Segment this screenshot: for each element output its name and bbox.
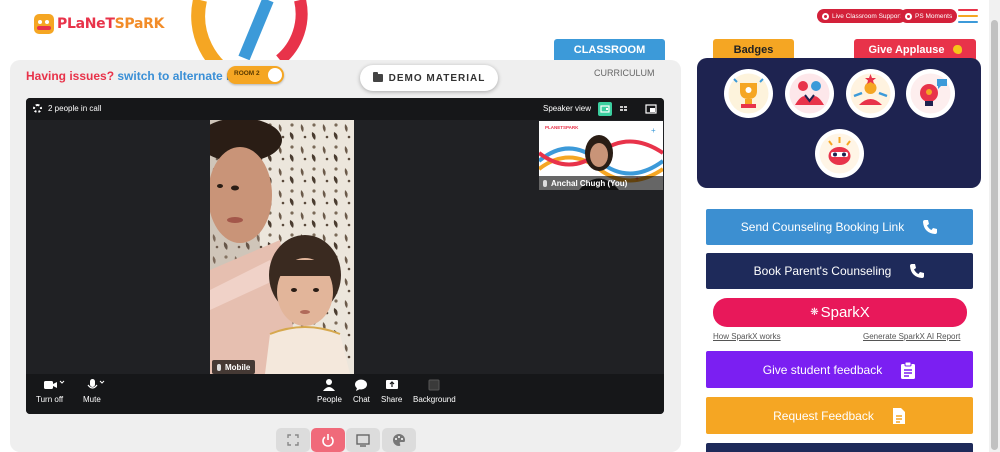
camera-icon bbox=[43, 379, 64, 391]
tab-curriculum[interactable]: CURRICULUM bbox=[594, 68, 655, 78]
mic-icon bbox=[85, 379, 105, 391]
next-action-button[interactable] bbox=[706, 443, 973, 452]
people-icon bbox=[322, 379, 336, 391]
planetspark-logo[interactable]: PLaNeTSPaRK bbox=[34, 14, 164, 34]
grid-view-icon[interactable] bbox=[617, 102, 631, 116]
menu-icon[interactable] bbox=[958, 9, 978, 25]
palette-button[interactable] bbox=[382, 428, 416, 452]
svg-text:PLANETSPARK: PLANETSPARK bbox=[545, 125, 579, 130]
end-class-button[interactable] bbox=[311, 428, 345, 452]
demo-material-button[interactable]: DEMO MATERIAL bbox=[360, 65, 498, 91]
document-icon bbox=[892, 407, 905, 424]
page-scrollbar[interactable] bbox=[989, 0, 1000, 452]
chat-button[interactable]: Chat bbox=[353, 379, 370, 404]
creative-badge[interactable] bbox=[815, 129, 864, 178]
turn-off-camera-button[interactable]: Turn off bbox=[36, 379, 64, 404]
how-sparkx-works-link[interactable]: How SparkX works bbox=[713, 332, 781, 341]
tab-classroom[interactable]: CLASSROOM bbox=[554, 39, 665, 60]
background-button[interactable]: Background bbox=[413, 379, 456, 404]
give-student-feedback-button[interactable]: Give student feedback bbox=[706, 351, 973, 388]
gear-icon[interactable] bbox=[33, 104, 42, 113]
sparkle-icon: ❋ bbox=[810, 307, 819, 318]
mic-icon bbox=[543, 179, 547, 187]
request-feedback-button[interactable]: Request Feedback bbox=[706, 397, 973, 434]
video-call-area: 2 people in call Speaker view Mobile PLA… bbox=[26, 98, 664, 414]
background-icon bbox=[427, 379, 441, 391]
screen-icon bbox=[356, 434, 370, 447]
video-topbar: 2 people in call Speaker view bbox=[26, 98, 664, 120]
folder-icon bbox=[372, 72, 383, 82]
picture-in-picture-icon[interactable] bbox=[644, 102, 658, 116]
svg-text:+: + bbox=[651, 126, 656, 135]
people-count: 2 people in call bbox=[48, 104, 102, 113]
issues-prompt: Having issues? switch to alternate room bbox=[26, 69, 257, 83]
expand-button[interactable] bbox=[276, 428, 310, 452]
phone-icon bbox=[910, 264, 925, 278]
power-icon bbox=[322, 434, 334, 447]
tab-give-applause[interactable]: Give Applause bbox=[854, 39, 976, 60]
self-participant-label: Anchal Chugh (You) bbox=[539, 176, 663, 190]
tab-badges[interactable]: Badges bbox=[713, 39, 794, 60]
team-badge[interactable] bbox=[785, 69, 834, 118]
share-screen-icon bbox=[385, 379, 399, 391]
view-mode-label: Speaker view bbox=[543, 104, 592, 113]
toggle-knob bbox=[268, 68, 282, 82]
idea-badge[interactable] bbox=[906, 69, 955, 118]
live-classroom-support-button[interactable]: Live Classroom Support bbox=[817, 9, 907, 23]
sparkx-button[interactable]: ❋ SparkX bbox=[713, 298, 967, 327]
robot-logo-icon bbox=[34, 14, 54, 34]
clap-icon bbox=[952, 45, 962, 54]
star-student-badge[interactable] bbox=[846, 69, 895, 118]
speaker-view-icon[interactable] bbox=[598, 102, 612, 116]
people-button[interactable]: People bbox=[317, 379, 342, 404]
share-button[interactable]: Share bbox=[381, 379, 402, 404]
mic-icon bbox=[217, 363, 221, 371]
chat-icon bbox=[354, 379, 368, 391]
book-parents-counseling-button[interactable]: Book Parent's Counseling bbox=[706, 253, 973, 289]
phone-icon bbox=[923, 220, 938, 234]
clipboard-icon bbox=[901, 361, 916, 379]
call-controls: Turn off Mute People Chat Share Backgrou… bbox=[26, 374, 664, 414]
send-counseling-booking-link-button[interactable]: Send Counseling Booking Link bbox=[706, 209, 973, 245]
expand-icon bbox=[287, 434, 299, 446]
trophy-badge[interactable] bbox=[724, 69, 773, 118]
main-participant-label: Mobile bbox=[212, 360, 256, 374]
room-toggle[interactable]: ROOM 2 bbox=[227, 66, 284, 84]
mute-button[interactable]: Mute bbox=[83, 379, 105, 404]
main-participant-video bbox=[210, 120, 354, 374]
camera-icon bbox=[905, 12, 912, 20]
ps-moments-button[interactable]: PS Moments bbox=[900, 9, 958, 23]
screen-button[interactable] bbox=[346, 428, 380, 452]
palette-icon bbox=[393, 434, 405, 446]
generate-sparkx-report-link[interactable]: Generate SparkX AI Report bbox=[863, 332, 960, 341]
support-icon bbox=[822, 12, 829, 20]
scrollbar-thumb[interactable] bbox=[991, 20, 998, 450]
